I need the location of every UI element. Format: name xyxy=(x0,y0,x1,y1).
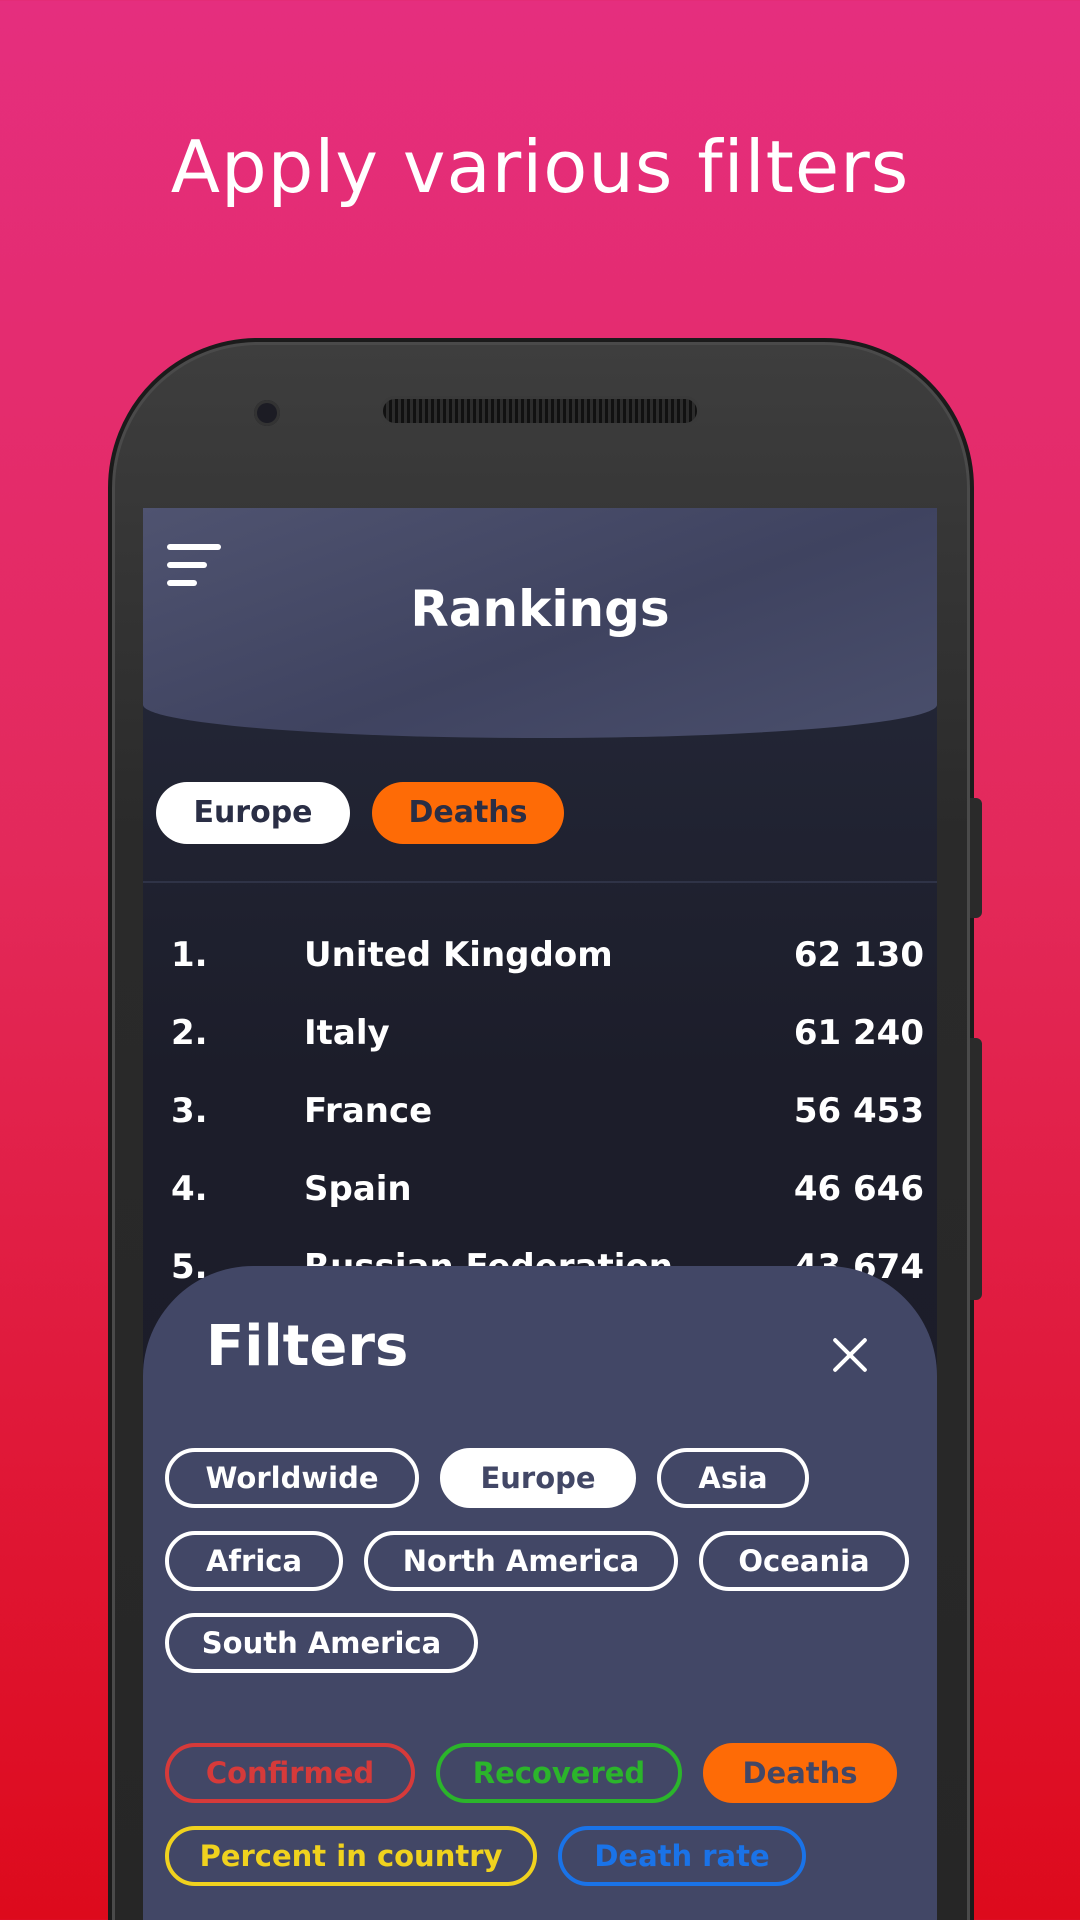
front-camera xyxy=(254,400,280,426)
app-header: Rankings xyxy=(143,508,937,738)
filter-region-north-america[interactable]: North America xyxy=(364,1531,678,1591)
close-icon[interactable] xyxy=(831,1336,869,1374)
filter-region-africa[interactable]: Africa xyxy=(165,1531,343,1591)
ranking-row[interactable]: 3. France 56 453 xyxy=(143,1081,937,1141)
divider xyxy=(143,881,937,883)
filter-metric-confirmed[interactable]: Confirmed xyxy=(165,1743,415,1803)
filter-region-worldwide[interactable]: Worldwide xyxy=(165,1448,419,1508)
rank-number: 4. xyxy=(171,1169,208,1209)
country-name: France xyxy=(304,1091,433,1131)
death-count: 46 646 xyxy=(793,1169,924,1209)
country-name: Spain xyxy=(304,1169,412,1209)
death-count: 61 240 xyxy=(793,1013,924,1053)
filter-metric-recovered[interactable]: Recovered xyxy=(436,1743,682,1803)
phone-side-button xyxy=(970,798,982,918)
rank-number: 1. xyxy=(171,935,208,975)
country-name: United Kingdom xyxy=(304,935,613,975)
active-metric-chip[interactable]: Deaths xyxy=(372,782,564,844)
filters-title: Filters xyxy=(206,1314,409,1379)
ranking-row[interactable]: 2. Italy 61 240 xyxy=(143,1003,937,1063)
filter-region-oceania[interactable]: Oceania xyxy=(699,1531,909,1591)
promo-headline: Apply various filters xyxy=(170,125,910,209)
filter-metric-death-rate[interactable]: Death rate xyxy=(558,1826,806,1886)
ranking-row[interactable]: 1. United Kingdom 62 130 xyxy=(143,925,937,985)
phone-volume-button xyxy=(970,1038,982,1300)
page-title: Rankings xyxy=(410,580,670,638)
filter-region-europe[interactable]: Europe xyxy=(440,1448,636,1508)
filter-region-asia[interactable]: Asia xyxy=(657,1448,809,1508)
app-screen: Rankings Europe Deaths 1. United Kingdom… xyxy=(143,508,937,1920)
death-count: 62 130 xyxy=(793,935,924,975)
rank-number: 3. xyxy=(171,1091,208,1131)
filter-region-south-america[interactable]: South America xyxy=(165,1613,478,1673)
ranking-row[interactable]: 4. Spain 46 646 xyxy=(143,1159,937,1219)
death-count: 56 453 xyxy=(793,1091,924,1131)
rank-number: 2. xyxy=(171,1013,208,1053)
active-region-chip[interactable]: Europe xyxy=(156,782,350,844)
filter-metric-percent-in-country[interactable]: Percent in country xyxy=(165,1826,537,1886)
country-name: Italy xyxy=(304,1013,390,1053)
filters-sheet: Filters Worldwide Europe Asia Africa Nor… xyxy=(143,1266,937,1920)
phone-speaker xyxy=(380,396,700,426)
filter-metric-deaths[interactable]: Deaths xyxy=(703,1743,897,1803)
